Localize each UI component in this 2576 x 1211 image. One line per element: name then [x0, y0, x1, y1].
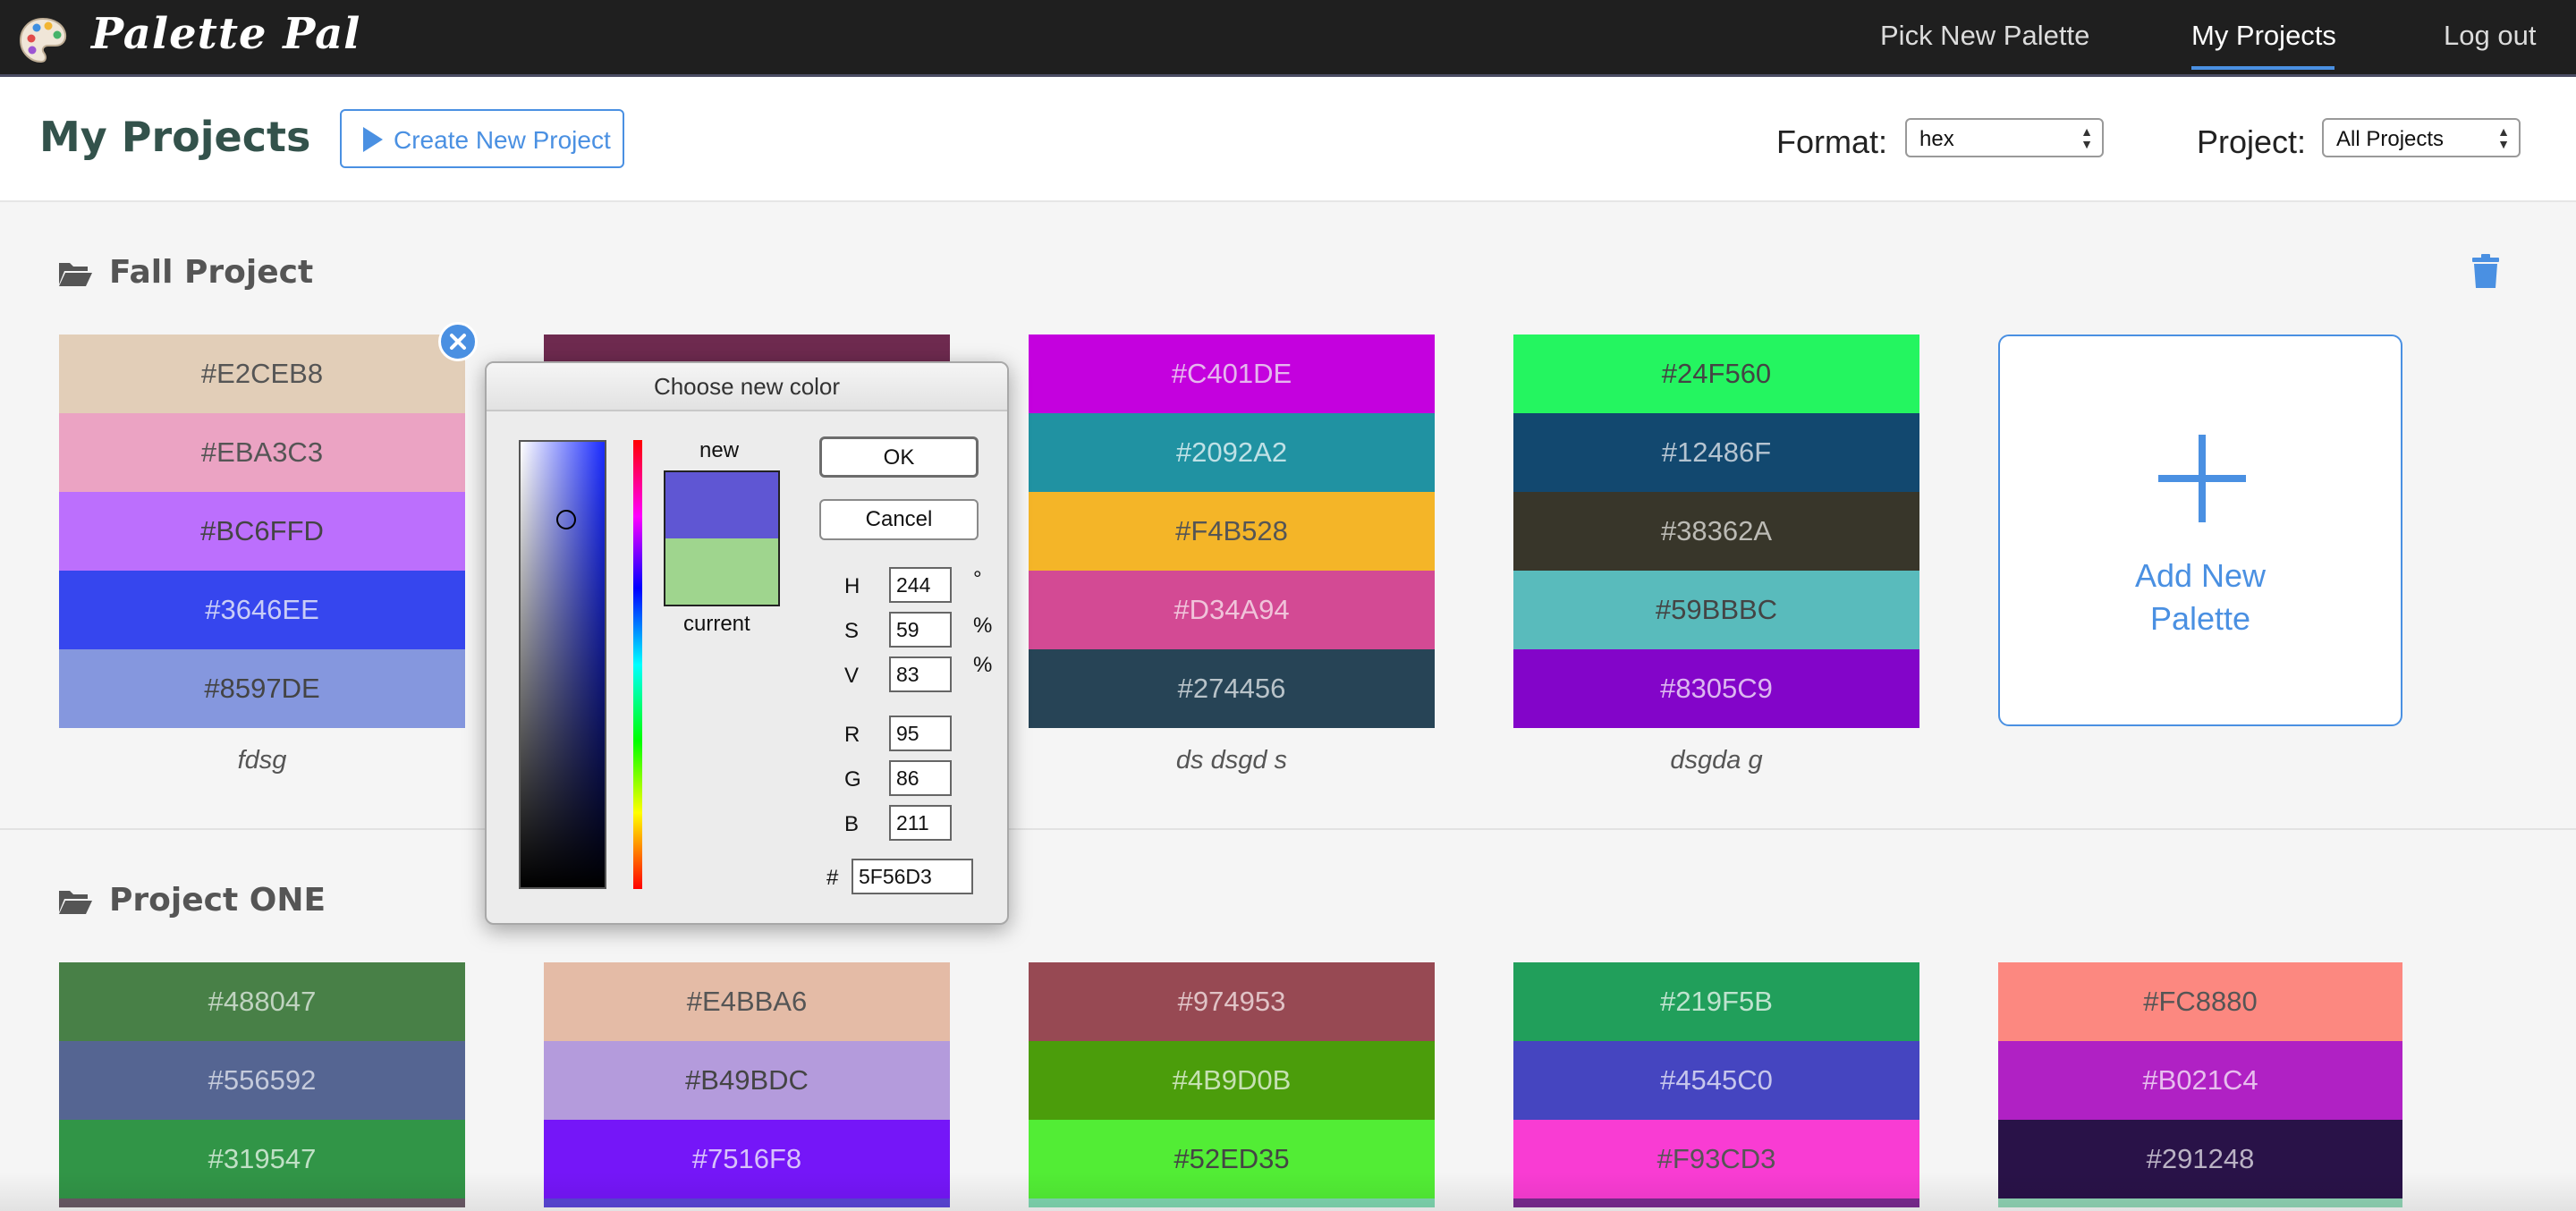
current-color-swatch[interactable]	[665, 538, 778, 605]
swatch[interactable]: #E2CEB8	[59, 335, 465, 413]
swatch[interactable]: #8305C9	[1513, 649, 1919, 728]
swatch[interactable]: #24F560	[1513, 335, 1919, 413]
play-icon	[363, 127, 383, 152]
hex-hash-label: #	[826, 866, 839, 890]
swatch[interactable]: #D34A94	[1029, 571, 1435, 649]
new-color-label: new	[699, 438, 740, 462]
project-select[interactable]: All Projects ▲ ▼	[2322, 118, 2521, 157]
select-arrows-icon: ▲ ▼	[2497, 124, 2510, 151]
palette-card[interactable]: #E4BBA6 #B49BDC #7516F8	[544, 962, 950, 1207]
red-label: R	[844, 723, 860, 747]
swatch[interactable]: #12486F	[1513, 413, 1919, 492]
swatch[interactable]: #219F5B	[1513, 962, 1919, 1041]
palette-card[interactable]: #24F560 #12486F #38362A #59BBBC #8305C9	[1513, 335, 1919, 728]
swatch[interactable]: #3646EE	[59, 571, 465, 649]
hue-slider[interactable]	[633, 440, 642, 889]
color-picker-dialog: Choose new color new current OK Cancel H…	[485, 361, 1009, 925]
dialog-title: Choose new color	[487, 363, 1007, 411]
nav-log-out[interactable]: Log out	[2444, 20, 2536, 52]
palette-name: fdsg	[237, 746, 287, 775]
swatch[interactable]: #B021C4	[1998, 1041, 2402, 1120]
saturation-input[interactable]: 59	[889, 612, 952, 648]
add-new-palette-button[interactable]: Add New Palette	[1998, 335, 2402, 726]
swatch[interactable]: #8597DE	[59, 649, 465, 728]
swatch[interactable]: #59BBBC	[1513, 571, 1919, 649]
folder-open-icon	[59, 263, 92, 286]
palette-logo-icon	[19, 17, 67, 64]
current-color-label: current	[683, 612, 750, 636]
swatch[interactable]: #4545C0	[1513, 1041, 1919, 1120]
top-navbar: Palette Pal Pick New Palette My Projects…	[0, 0, 2576, 77]
red-input[interactable]: 95	[889, 716, 952, 751]
cancel-button[interactable]: Cancel	[819, 499, 979, 540]
swatch[interactable]: #4B9D0B	[1029, 1041, 1435, 1120]
swatch[interactable]: #BC6FFD	[59, 492, 465, 571]
close-icon	[450, 334, 466, 350]
percent-unit: %	[973, 614, 993, 638]
swatch[interactable]: #274456	[1029, 649, 1435, 728]
app-name[interactable]: Palette Pal	[91, 9, 360, 59]
saturation-label: S	[844, 619, 860, 643]
create-new-project-button[interactable]: Create New Project	[340, 109, 624, 168]
section-divider	[0, 828, 2576, 830]
swatch[interactable]: #556592	[59, 1041, 465, 1120]
project-select-value: All Projects	[2336, 127, 2445, 151]
trash-icon[interactable]	[2472, 254, 2499, 288]
value-label: V	[844, 664, 860, 688]
new-color-swatch	[665, 472, 778, 538]
format-select-value: hex	[1919, 127, 1954, 151]
color-cursor[interactable]	[556, 510, 576, 529]
section-title-project-one: Project ONE	[109, 882, 326, 919]
swatch[interactable]: #B49BDC	[544, 1041, 950, 1120]
page-header: My Projects Create New Project Format: h…	[0, 77, 2576, 202]
value-input[interactable]: 83	[889, 656, 952, 692]
format-select[interactable]: hex ▲ ▼	[1905, 118, 2104, 157]
section-title-fall-project: Fall Project	[109, 254, 314, 291]
format-label: Format:	[1776, 123, 1888, 160]
swatch[interactable]: #38362A	[1513, 492, 1919, 571]
palette-card[interactable]: #FC8880 #B021C4 #291248	[1998, 962, 2402, 1207]
blue-input[interactable]: 211	[889, 805, 952, 841]
color-preview	[664, 470, 780, 606]
swatch[interactable]: #974953	[1029, 962, 1435, 1041]
ok-button[interactable]: OK	[819, 436, 979, 478]
add-new-palette-label: Add New Palette	[2134, 557, 2267, 637]
folder-open-icon	[59, 891, 92, 914]
blue-label: B	[844, 812, 860, 836]
swatch[interactable]: #C401DE	[1029, 335, 1435, 413]
swatch[interactable]: #488047	[59, 962, 465, 1041]
swatch[interactable]: #FC8880	[1998, 962, 2402, 1041]
swatch[interactable]: #2092A2	[1029, 413, 1435, 492]
create-new-project-label: Create New Project	[394, 126, 611, 154]
palette-card[interactable]: #C401DE #2092A2 #F4B528 #D34A94 #274456	[1029, 335, 1435, 728]
hex-input[interactable]: 5F56D3	[852, 859, 973, 894]
degree-unit: °	[973, 567, 982, 591]
select-arrows-icon: ▲ ▼	[2080, 124, 2093, 151]
hue-input[interactable]: 244	[889, 567, 952, 603]
percent-unit: %	[973, 653, 993, 677]
palette-card[interactable]: #488047 #556592 #319547	[59, 962, 465, 1207]
nav-my-projects[interactable]: My Projects	[2191, 20, 2336, 52]
active-nav-underline	[2191, 66, 2334, 70]
swatch[interactable]: #E4BBA6	[544, 962, 950, 1041]
green-input[interactable]: 86	[889, 760, 952, 796]
page-title: My Projects	[39, 113, 311, 161]
palette-card[interactable]: #974953 #4B9D0B #52ED35	[1029, 962, 1435, 1207]
palette-card[interactable]: #E2CEB8 #EBA3C3 #BC6FFD #3646EE #8597DE	[59, 335, 465, 728]
project-label: Project:	[2197, 123, 2307, 160]
palette-name: dsgda g	[1670, 746, 1763, 775]
palette-card[interactable]: #219F5B #4545C0 #F93CD3	[1513, 962, 1919, 1207]
saturation-value-field[interactable]	[519, 440, 606, 889]
green-label: G	[844, 767, 861, 792]
remove-palette-button[interactable]	[438, 322, 478, 361]
nav-pick-new-palette[interactable]: Pick New Palette	[1880, 20, 2089, 52]
palette-name: ds dsgd s	[1175, 746, 1288, 775]
swatch[interactable]: #F4B528	[1029, 492, 1435, 571]
hue-label: H	[844, 574, 860, 598]
swatch[interactable]: #EBA3C3	[59, 413, 465, 492]
